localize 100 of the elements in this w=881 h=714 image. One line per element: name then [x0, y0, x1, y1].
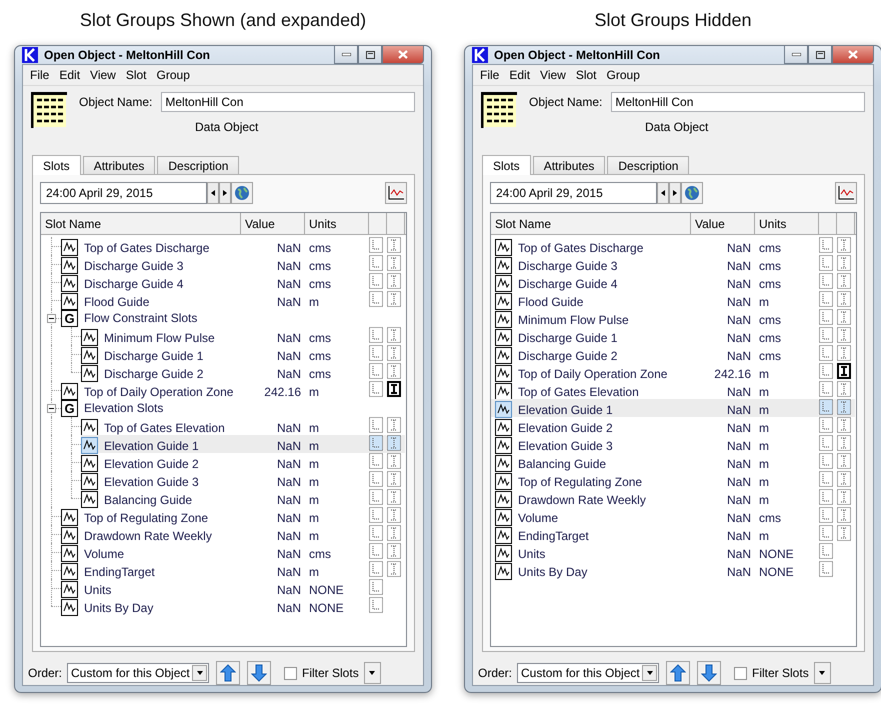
slot-row[interactable]: Top of Gates Elevation NaN m — [81, 417, 405, 435]
close-button[interactable] — [382, 46, 424, 64]
slot-row[interactable]: Discharge Guide 3 NaN cms — [61, 255, 405, 273]
plot-button[interactable] — [835, 182, 857, 204]
move-down-button[interactable] — [697, 661, 722, 685]
globe-button[interactable] — [231, 182, 253, 204]
slot-name: Volume — [84, 546, 124, 560]
slot-row[interactable]: Elevation Guide 1 NaN m — [81, 435, 405, 453]
date-field[interactable]: 24:00 April 29, 2015 — [490, 182, 657, 204]
slot-row[interactable]: Units By Day NaN NONE — [61, 597, 405, 615]
slot-row[interactable]: Top of Regulating Zone NaN m — [491, 471, 855, 489]
menu-item[interactable]: Edit — [505, 67, 534, 83]
slot-row[interactable]: Elevation Guide 2 NaN m — [491, 417, 855, 435]
slot-row[interactable]: Elevation Guide 3 NaN m — [491, 435, 855, 453]
slot-row[interactable]: Units By Day NaN NONE — [491, 561, 855, 579]
column-header[interactable]: Value — [241, 213, 305, 235]
column-header[interactable]: Slot Name — [491, 213, 691, 235]
slot-row[interactable]: Elevation Guide 3 NaN m — [81, 471, 405, 489]
maximize-button[interactable] — [358, 46, 382, 64]
slot-row[interactable]: Drawdown Rate Weekly NaN m — [61, 525, 405, 543]
close-button[interactable] — [832, 46, 874, 64]
slot-row[interactable]: Balancing Guide NaN m — [81, 489, 405, 507]
menu-item[interactable]: Group — [602, 67, 644, 83]
menu-item[interactable]: Edit — [55, 67, 84, 83]
object-name-field[interactable]: MeltonHill Con — [161, 92, 415, 112]
tab[interactable]: Attributes — [532, 156, 606, 174]
tab[interactable]: Slots — [482, 155, 531, 175]
slot-row[interactable]: Minimum Flow Pulse NaN cms — [81, 327, 405, 345]
menu-item[interactable]: Slot — [122, 67, 151, 83]
slot-row[interactable]: Volume NaN cms — [491, 507, 855, 525]
menu-item[interactable]: View — [86, 67, 120, 83]
move-up-button[interactable] — [666, 661, 690, 685]
filter-checkbox[interactable] — [734, 666, 748, 680]
slot-row[interactable]: Flood Guide NaN m — [61, 291, 405, 309]
minimize-button[interactable] — [334, 46, 358, 64]
slot-row[interactable]: Units NaN NONE — [61, 579, 405, 597]
tab[interactable]: Attributes — [82, 156, 156, 174]
slot-row[interactable]: Top of Gates Discharge NaN cms — [491, 237, 855, 255]
tab[interactable]: Description — [607, 156, 690, 174]
object-name-field[interactable]: MeltonHill Con — [611, 92, 865, 112]
slot-row[interactable]: Balancing Guide NaN m — [491, 453, 855, 471]
next-button[interactable] — [219, 182, 231, 204]
move-up-button[interactable] — [216, 661, 240, 685]
slot-row[interactable]: Flood Guide NaN m — [491, 291, 855, 309]
l-flag-icon — [819, 327, 833, 343]
slot-row[interactable]: Top of Gates Discharge NaN cms — [61, 237, 405, 255]
slot-row[interactable]: Drawdown Rate Weekly NaN m — [491, 489, 855, 507]
slot-row[interactable]: Discharge Guide 4 NaN cms — [61, 273, 405, 291]
l-flag-icon — [819, 561, 833, 577]
collapse-toggle[interactable] — [47, 314, 56, 323]
previous-button[interactable] — [207, 182, 219, 204]
move-down-button[interactable] — [247, 661, 272, 685]
slot-row[interactable]: Top of Regulating Zone NaN m — [61, 507, 405, 525]
menu-item[interactable]: Slot — [572, 67, 601, 83]
menu-item[interactable]: File — [476, 67, 504, 83]
slot-row[interactable]: Discharge Guide 1 NaN cms — [81, 345, 405, 363]
menu-item[interactable]: Group — [152, 67, 194, 83]
slot-row[interactable]: Units NaN NONE — [491, 543, 855, 561]
column-header[interactable]: Slot Name — [41, 213, 241, 235]
slot-row[interactable]: Elevation Guide 2 NaN m — [81, 453, 405, 471]
filter-menu-button[interactable] — [814, 662, 831, 684]
column-header[interactable]: Units — [755, 213, 819, 235]
slot-row[interactable]: Elevation Guide 1 NaN m — [491, 399, 855, 417]
order-dropdown[interactable]: Custom for this Object — [67, 663, 210, 683]
column-header[interactable]: Units — [305, 213, 369, 235]
next-button[interactable] — [669, 182, 681, 204]
order-dropdown[interactable]: Custom for this Object — [517, 663, 660, 683]
previous-button[interactable] — [657, 182, 669, 204]
plot-button[interactable] — [385, 182, 407, 204]
slot-row[interactable]: EndingTarget NaN m — [61, 561, 405, 579]
minimize-button[interactable] — [784, 46, 808, 64]
collapse-toggle[interactable] — [47, 404, 56, 413]
slot-row[interactable]: Minimum Flow Pulse NaN cms — [491, 309, 855, 327]
menu-item[interactable]: File — [26, 67, 54, 83]
column-header[interactable]: Value — [691, 213, 755, 235]
slot-row[interactable]: Top of Gates Elevation NaN m — [491, 381, 855, 399]
slot-row[interactable]: Discharge Guide 4 NaN cms — [491, 273, 855, 291]
slot-row[interactable]: EndingTarget NaN m — [491, 525, 855, 543]
slot-row[interactable]: Top of Daily Operation Zone 242.16 m — [61, 381, 405, 399]
menu-item[interactable]: View — [536, 67, 570, 83]
slot-row[interactable]: Volume NaN cms — [61, 543, 405, 561]
slot-row[interactable]: Discharge Guide 3 NaN cms — [491, 255, 855, 273]
filter-menu-button[interactable] — [364, 662, 381, 684]
zigzag-icon — [81, 329, 98, 346]
zigzag-icon — [61, 563, 78, 580]
date-field[interactable]: 24:00 April 29, 2015 — [40, 182, 207, 204]
slot-row[interactable]: G Flow Constraint Slots — [61, 309, 405, 327]
slot-row[interactable]: Top of Daily Operation Zone 242.16 m — [491, 363, 855, 381]
slot-value: NaN — [726, 456, 752, 470]
tab[interactable]: Slots — [32, 155, 81, 175]
tab[interactable]: Description — [157, 156, 240, 174]
slot-row[interactable]: G Elevation Slots — [61, 399, 405, 417]
slot-row[interactable]: Discharge Guide 1 NaN cms — [491, 327, 855, 345]
slot-row[interactable]: Discharge Guide 2 NaN cms — [81, 363, 405, 381]
slot-name: Units — [518, 546, 546, 560]
l-flag-icon — [369, 237, 383, 253]
filter-checkbox[interactable] — [284, 666, 298, 680]
globe-button[interactable] — [681, 182, 703, 204]
slot-row[interactable]: Discharge Guide 2 NaN cms — [491, 345, 855, 363]
maximize-button[interactable] — [808, 46, 832, 64]
